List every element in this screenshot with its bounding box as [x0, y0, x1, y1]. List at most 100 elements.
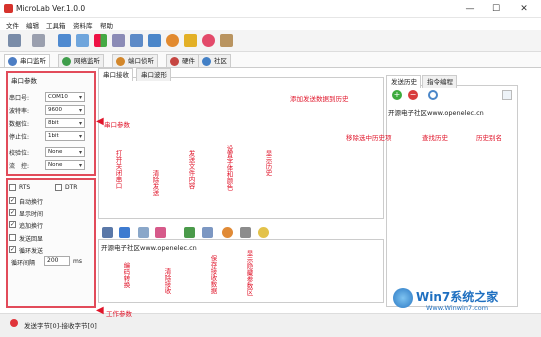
baud-select[interactable]: 9600: [45, 105, 85, 115]
title-bar: MicroLab Ver.1.0.0 — ☐ ✕: [0, 0, 541, 18]
annotation-send-file: 发送文件内容: [187, 150, 195, 189]
window-icon[interactable]: [58, 34, 71, 47]
close-button[interactable]: ✕: [514, 2, 534, 16]
param-row-stopbits: 停止位: 1bit: [9, 131, 85, 141]
annotation-save-receive: 保存接收数据: [209, 255, 217, 294]
font-color-icon[interactable]: [222, 227, 233, 238]
menu-help[interactable]: 帮助: [100, 20, 113, 30]
status-text: 发送字节[0]-接收字节[0]: [24, 322, 97, 330]
arrow-icon: ◀: [96, 305, 104, 316]
tab-port-listen[interactable]: 端口侦听: [112, 54, 158, 67]
annotation-show-hide-data: 显示隐藏参数区: [245, 250, 253, 296]
hardware-icon: [170, 57, 179, 66]
clear-receive-icon[interactable]: [155, 227, 166, 238]
menu-bar: 文件 编辑 工具箱 资料库 帮助: [0, 18, 541, 30]
send-text: 开源电子社区www.openelec.cn: [101, 244, 197, 252]
param-row-flow: 流 控: None: [9, 160, 85, 170]
param-row-databits: 数据位: 8bit: [9, 118, 85, 128]
annotation-font-color: 设置字体和颜色: [225, 145, 233, 191]
status-indicator-icon: [10, 319, 18, 327]
main-tab-bar: 串口监听 网络监听 端口侦听 硬件 社区: [0, 52, 541, 68]
param-row-parity: 校验位: None: [9, 147, 85, 157]
watermark-brand: Win7系统之家: [416, 290, 499, 304]
clear-send-icon[interactable]: [138, 227, 149, 238]
book-icon[interactable]: [220, 34, 233, 47]
param-row-port: 串口号: COM10: [9, 92, 85, 102]
annotation-find-history: 查找历史: [422, 134, 448, 142]
palette-icon[interactable]: [166, 34, 179, 47]
tab-command-program[interactable]: 指令编程: [422, 75, 457, 88]
calculator-icon[interactable]: [112, 34, 125, 47]
show-time-checkbox[interactable]: ✓ 显示时间: [9, 208, 79, 218]
maximize-button[interactable]: ☐: [486, 2, 506, 16]
flow-select[interactable]: None: [45, 160, 85, 170]
heart-icon[interactable]: [202, 34, 215, 47]
hex-icon[interactable]: [119, 227, 130, 238]
app-icon: [4, 4, 13, 13]
tab-community[interactable]: 社区: [198, 54, 231, 67]
font-icon[interactable]: [148, 34, 161, 47]
save-icon[interactable]: [202, 227, 213, 238]
annotation-history-alias: 历史别名: [476, 134, 502, 142]
open-port-icon[interactable]: [102, 227, 113, 238]
menu-file[interactable]: 文件: [6, 20, 19, 30]
swap-icon[interactable]: [94, 34, 107, 47]
annotation-open-port: 打开关闭串口: [114, 150, 122, 189]
minimize-button[interactable]: —: [460, 2, 480, 16]
tab-network-monitor[interactable]: 网络监听: [58, 54, 104, 67]
network-icon: [62, 57, 71, 66]
annotation-serial-params: 串口参数: [104, 121, 130, 129]
interval-unit: ms: [73, 258, 82, 265]
key-icon[interactable]: [184, 34, 197, 47]
community-icon: [202, 57, 211, 66]
annotation-clear-receive: 清除接收: [163, 268, 171, 294]
auto-wrap-checkbox[interactable]: ✓ 自动换行: [9, 196, 79, 206]
annotation-clear-send: 清除发送: [151, 170, 159, 196]
param-row-baud: 波特率: 9600: [9, 105, 85, 115]
history-panel: [386, 85, 518, 307]
tab-serial-waveform[interactable]: 串口波形: [136, 68, 171, 81]
interval-label: 循环间隔: [11, 260, 36, 267]
history-icon[interactable]: [258, 227, 269, 238]
find-history-icon[interactable]: [428, 90, 438, 100]
toolbar: [0, 30, 541, 52]
win7-logo-icon: [393, 288, 413, 308]
menu-edit[interactable]: 编辑: [26, 20, 39, 30]
history-item[interactable]: 开源电子社区www.openelec.cn: [388, 107, 484, 117]
grid-icon[interactable]: [76, 34, 89, 47]
interval-input[interactable]: 200: [44, 256, 70, 266]
dtr-checkbox[interactable]: DTR: [55, 183, 90, 193]
append-newline-checkbox[interactable]: ✓ 追加换行: [9, 220, 79, 230]
annotation-show-history: 显示历史: [264, 150, 272, 176]
menu-toolbox[interactable]: 工具箱: [46, 20, 66, 30]
toggle-params-icon[interactable]: [240, 227, 251, 238]
menu-library[interactable]: 资料库: [73, 20, 93, 30]
add-history-button[interactable]: +: [392, 90, 402, 100]
tab-send-history[interactable]: 发送历史: [386, 75, 421, 88]
tab-serial-receive[interactable]: 串口接收: [98, 68, 133, 81]
annotation-remove-history: 移除选中历史项: [346, 134, 392, 142]
send-file-icon[interactable]: [184, 227, 195, 238]
annotation-hex: 编码转换: [122, 262, 130, 288]
remove-history-button[interactable]: −: [408, 90, 418, 100]
tab-hardware[interactable]: 硬件: [166, 54, 199, 67]
connect-icon[interactable]: [8, 34, 21, 47]
history-alias-icon[interactable]: [502, 90, 512, 100]
annotation-add-history: 添加发送数据到历史: [290, 95, 349, 103]
plug-icon[interactable]: [32, 34, 45, 47]
loop-send-checkbox[interactable]: ✓ 循环发送: [9, 245, 79, 255]
serial-params-title: 串口参数: [11, 77, 37, 85]
stopbits-select[interactable]: 1bit: [45, 131, 85, 141]
tab-serial-monitor[interactable]: 串口监听: [4, 54, 50, 67]
chart-icon[interactable]: [130, 34, 143, 47]
port-select[interactable]: COM10: [45, 92, 85, 102]
send-echo-checkbox[interactable]: 发送回显: [9, 233, 79, 243]
databits-select[interactable]: 8bit: [45, 118, 85, 128]
port-icon: [116, 57, 125, 66]
serial-icon: [8, 57, 17, 66]
parity-select[interactable]: None: [45, 147, 85, 157]
watermark-url: Www.Winwin7.com: [426, 304, 489, 312]
arrow-icon: ◀: [96, 116, 104, 127]
annotation-work-params: 工作参数: [106, 310, 132, 318]
window-title: MicroLab Ver.1.0.0: [16, 4, 86, 13]
